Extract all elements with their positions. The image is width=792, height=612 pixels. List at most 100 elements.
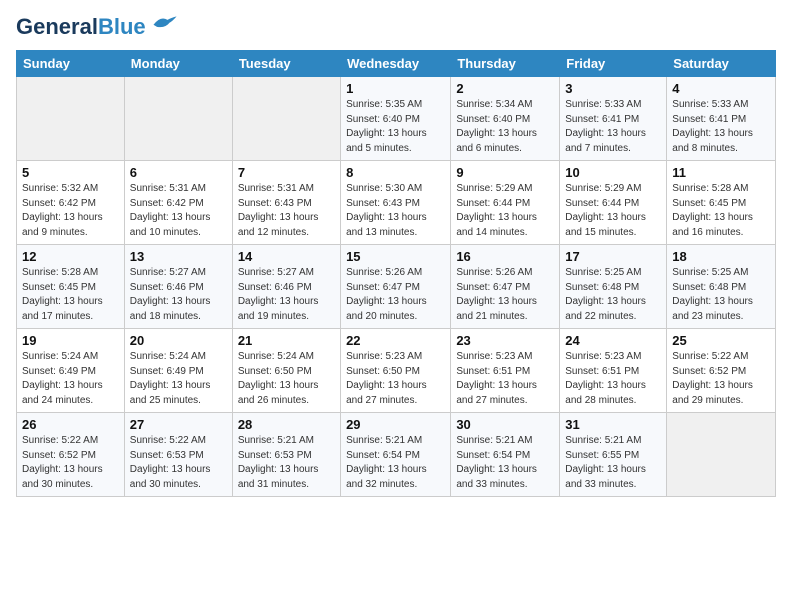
day-number: 20	[130, 333, 227, 348]
day-number: 13	[130, 249, 227, 264]
weekday-header-saturday: Saturday	[667, 51, 776, 77]
day-info: Sunrise: 5:29 AM Sunset: 6:44 PM Dayligh…	[565, 182, 661, 240]
day-info: Sunrise: 5:29 AM Sunset: 6:44 PM Dayligh…	[456, 182, 554, 240]
day-info: Sunrise: 5:26 AM Sunset: 6:47 PM Dayligh…	[346, 266, 445, 324]
day-number: 24	[565, 333, 661, 348]
calendar-cell: 30 Sunrise: 5:21 AM Sunset: 6:54 PM Dayli…	[451, 413, 560, 497]
day-info: Sunrise: 5:31 AM Sunset: 6:43 PM Dayligh…	[238, 182, 335, 240]
day-info: Sunrise: 5:34 AM Sunset: 6:40 PM Dayligh…	[456, 98, 554, 156]
day-number: 30	[456, 417, 554, 432]
logo: GeneralBlue	[16, 16, 178, 38]
calendar-cell: 6 Sunrise: 5:31 AM Sunset: 6:42 PM Daylig…	[124, 161, 232, 245]
day-info: Sunrise: 5:27 AM Sunset: 6:46 PM Dayligh…	[130, 266, 227, 324]
day-number: 1	[346, 81, 445, 96]
calendar-cell: 8 Sunrise: 5:30 AM Sunset: 6:43 PM Daylig…	[341, 161, 451, 245]
day-info: Sunrise: 5:21 AM Sunset: 6:55 PM Dayligh…	[565, 434, 661, 492]
calendar-cell: 19Sunrise: 5:24 AM Sunset: 6:49 PM Dayli…	[17, 329, 125, 413]
calendar-cell: 11 Sunrise: 5:28 AM Sunset: 6:45 PM Dayli…	[667, 161, 776, 245]
weekday-header-thursday: Thursday	[451, 51, 560, 77]
weekday-header-wednesday: Wednesday	[341, 51, 451, 77]
week-row-4: 19 Sunrise: 5:24 AM Sunset: 6:49 PM Dayli…	[17, 329, 776, 413]
day-number: 22	[346, 333, 445, 348]
calendar-cell: 17 Sunrise: 5:25 AM Sunset: 6:48 PM Dayli…	[560, 245, 667, 329]
week-row-3: 12 Sunrise: 5:28 AM Sunset: 6:45 PM Dayli…	[17, 245, 776, 329]
day-info: Sunrise: 5:33 AM Sunset: 6:41 PM Dayligh…	[565, 98, 661, 156]
week-row-5: 26 Sunrise: 5:22 AM Sunset: 6:52 PM Dayli…	[17, 413, 776, 497]
day-info: Sunrise: 5:21 AM Sunset: 6:54 PM Dayligh…	[456, 434, 554, 492]
calendar-cell: 15 Sunrise: 5:26 AM Sunset: 6:47 PM Dayli…	[341, 245, 451, 329]
day-info: Sunrise: 5:23 AM Sunset: 6:50 PM Dayligh…	[346, 350, 445, 408]
calendar-cell: 29 Sunrise: 5:21 AM Sunset: 6:54 PM Dayli…	[341, 413, 451, 497]
day-number: 18	[672, 249, 770, 264]
weekday-header-tuesday: Tuesday	[232, 51, 340, 77]
day-number: 5	[22, 165, 119, 180]
day-info: Sunrise: 5:31 AM Sunset: 6:42 PM Dayligh…	[130, 182, 227, 240]
calendar-cell: 10 Sunrise: 5:29 AM Sunset: 6:44 PM Dayli…	[560, 161, 667, 245]
calendar-table: SundayMondayTuesdayWednesdayThursdayFrid…	[16, 50, 776, 497]
calendar-cell: 4Sunrise: 5:33 AM Sunset: 6:41 PM Daylig…	[667, 77, 776, 161]
calendar-cell: 23Sunrise: 5:23 AM Sunset: 6:51 PM Dayli…	[451, 329, 560, 413]
calendar-cell: 24 Sunrise: 5:23 AM Sunset: 6:51 PM Dayli…	[560, 329, 667, 413]
calendar-cell	[667, 413, 776, 497]
calendar-cell	[232, 77, 340, 161]
calendar-cell: 2 Sunrise: 5:34 AM Sunset: 6:40 PM Daylig…	[451, 77, 560, 161]
day-number: 15	[346, 249, 445, 264]
day-number: 17	[565, 249, 661, 264]
calendar-cell: 27 Sunrise: 5:22 AM Sunset: 6:53 PM Dayli…	[124, 413, 232, 497]
calendar-cell: 7Sunrise: 5:31 AM Sunset: 6:43 PM Daylig…	[232, 161, 340, 245]
calendar-cell: 13 Sunrise: 5:27 AM Sunset: 6:46 PM Dayli…	[124, 245, 232, 329]
calendar-cell: 31 Sunrise: 5:21 AM Sunset: 6:55 PM Dayli…	[560, 413, 667, 497]
day-info: Sunrise: 5:35 AM Sunset: 6:40 PM Dayligh…	[346, 98, 445, 156]
day-info: Sunrise: 5:22 AM Sunset: 6:52 PM Dayligh…	[22, 434, 119, 492]
day-info: Sunrise: 5:26 AM Sunset: 6:47 PM Dayligh…	[456, 266, 554, 324]
day-info: Sunrise: 5:28 AM Sunset: 6:45 PM Dayligh…	[672, 182, 770, 240]
day-number: 8	[346, 165, 445, 180]
calendar-cell	[124, 77, 232, 161]
day-number: 21	[238, 333, 335, 348]
day-number: 19	[22, 333, 119, 348]
day-info: Sunrise: 5:22 AM Sunset: 6:52 PM Dayligh…	[672, 350, 770, 408]
day-number: 10	[565, 165, 661, 180]
calendar-cell: 1 Sunrise: 5:35 AM Sunset: 6:40 PM Daylig…	[341, 77, 451, 161]
day-info: Sunrise: 5:28 AM Sunset: 6:45 PM Dayligh…	[22, 266, 119, 324]
page-header: GeneralBlue	[16, 16, 776, 38]
weekday-header-row: SundayMondayTuesdayWednesdayThursdayFrid…	[17, 51, 776, 77]
calendar-cell: 3Sunrise: 5:33 AM Sunset: 6:41 PM Daylig…	[560, 77, 667, 161]
calendar-cell: 5Sunrise: 5:32 AM Sunset: 6:42 PM Daylig…	[17, 161, 125, 245]
calendar-cell	[17, 77, 125, 161]
day-number: 16	[456, 249, 554, 264]
calendar-cell: 18 Sunrise: 5:25 AM Sunset: 6:48 PM Dayli…	[667, 245, 776, 329]
calendar-cell: 12 Sunrise: 5:28 AM Sunset: 6:45 PM Dayli…	[17, 245, 125, 329]
calendar-cell: 26 Sunrise: 5:22 AM Sunset: 6:52 PM Dayli…	[17, 413, 125, 497]
calendar-cell: 21 Sunrise: 5:24 AM Sunset: 6:50 PM Dayli…	[232, 329, 340, 413]
day-number: 6	[130, 165, 227, 180]
day-number: 28	[238, 417, 335, 432]
weekday-header-monday: Monday	[124, 51, 232, 77]
day-info: Sunrise: 5:23 AM Sunset: 6:51 PM Dayligh…	[565, 350, 661, 408]
day-number: 9	[456, 165, 554, 180]
calendar-cell: 14Sunrise: 5:27 AM Sunset: 6:46 PM Dayli…	[232, 245, 340, 329]
day-info: Sunrise: 5:23 AM Sunset: 6:51 PM Dayligh…	[456, 350, 554, 408]
day-info: Sunrise: 5:21 AM Sunset: 6:54 PM Dayligh…	[346, 434, 445, 492]
day-number: 2	[456, 81, 554, 96]
day-number: 26	[22, 417, 119, 432]
day-number: 25	[672, 333, 770, 348]
weekday-header-sunday: Sunday	[17, 51, 125, 77]
day-number: 4	[672, 81, 770, 96]
week-row-2: 5Sunrise: 5:32 AM Sunset: 6:42 PM Daylig…	[17, 161, 776, 245]
day-number: 12	[22, 249, 119, 264]
day-number: 11	[672, 165, 770, 180]
day-info: Sunrise: 5:27 AM Sunset: 6:46 PM Dayligh…	[238, 266, 335, 324]
day-number: 31	[565, 417, 661, 432]
day-info: Sunrise: 5:22 AM Sunset: 6:53 PM Dayligh…	[130, 434, 227, 492]
week-row-1: 1 Sunrise: 5:35 AM Sunset: 6:40 PM Daylig…	[17, 77, 776, 161]
calendar-cell: 25 Sunrise: 5:22 AM Sunset: 6:52 PM Dayli…	[667, 329, 776, 413]
day-number: 29	[346, 417, 445, 432]
day-info: Sunrise: 5:24 AM Sunset: 6:49 PM Dayligh…	[130, 350, 227, 408]
day-info: Sunrise: 5:30 AM Sunset: 6:43 PM Dayligh…	[346, 182, 445, 240]
day-info: Sunrise: 5:24 AM Sunset: 6:50 PM Dayligh…	[238, 350, 335, 408]
logo-bird-icon	[150, 14, 178, 32]
day-info: Sunrise: 5:25 AM Sunset: 6:48 PM Dayligh…	[565, 266, 661, 324]
day-info: Sunrise: 5:25 AM Sunset: 6:48 PM Dayligh…	[672, 266, 770, 324]
day-number: 27	[130, 417, 227, 432]
